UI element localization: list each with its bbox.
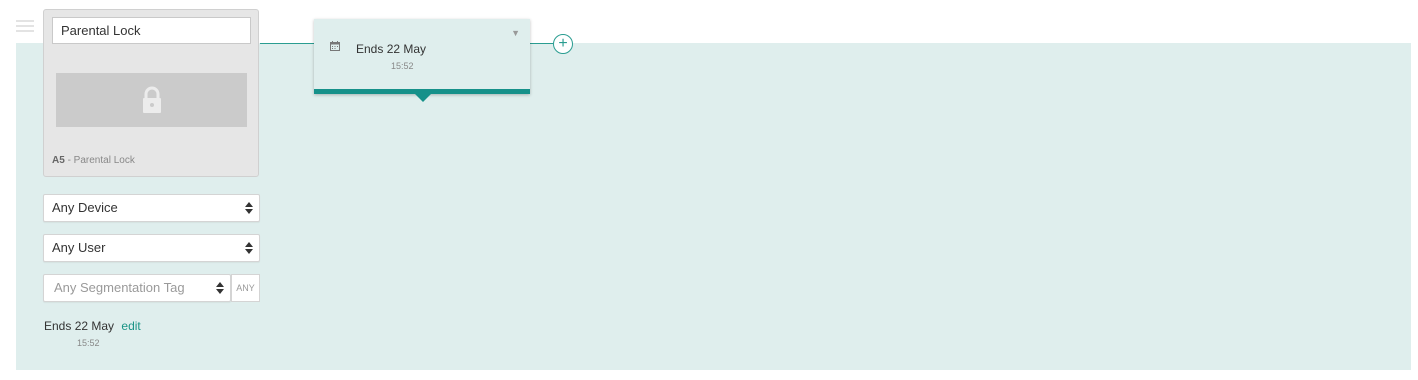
action-name: - Parental Lock xyxy=(64,155,135,166)
menu-icon[interactable] xyxy=(16,20,34,34)
node-pointer xyxy=(415,94,431,102)
chevron-down-icon[interactable]: ▼ xyxy=(511,28,520,38)
action-caption: A5 - Parental Lock xyxy=(52,155,135,166)
select-arrows-icon xyxy=(245,242,253,254)
timeline-end-node[interactable]: Ends 22 May 15:52 ▼ xyxy=(314,19,530,102)
segmentation-tag-select[interactable]: Any Segmentation Tag xyxy=(43,274,231,302)
timeline-connector xyxy=(260,43,315,44)
user-select[interactable]: Any User xyxy=(43,234,260,262)
ends-date: 22 May xyxy=(74,319,115,333)
schedule-end: Ends 22 May edit xyxy=(44,319,141,333)
action-card: Parental Lock A5 - Parental Lock xyxy=(43,9,259,177)
device-select-value: Any Device xyxy=(52,200,118,215)
node-ends-time: 15:52 xyxy=(391,61,414,71)
action-title-input[interactable]: Parental Lock xyxy=(52,17,251,44)
add-step-button[interactable]: + xyxy=(553,34,573,54)
select-arrows-icon xyxy=(216,282,224,294)
timeline-connector xyxy=(529,43,553,44)
segmentation-tag-placeholder: Any Segmentation Tag xyxy=(54,280,185,295)
ends-label: Ends xyxy=(44,319,72,333)
action-image xyxy=(56,73,247,127)
node-ends-date: 22 May xyxy=(386,42,427,56)
device-select[interactable]: Any Device xyxy=(43,194,260,222)
ends-time: 15:52 xyxy=(77,338,100,348)
select-arrows-icon xyxy=(245,202,253,214)
edit-schedule-link[interactable]: edit xyxy=(121,319,140,333)
node-ends-text: Ends 22 May xyxy=(356,42,426,56)
user-select-value: Any User xyxy=(52,240,106,255)
any-tag-button[interactable]: ANY xyxy=(231,274,260,302)
calendar-icon xyxy=(330,41,340,51)
action-code: A5 xyxy=(52,155,65,166)
node-ends-label: Ends xyxy=(356,42,384,56)
lock-icon xyxy=(142,86,161,113)
